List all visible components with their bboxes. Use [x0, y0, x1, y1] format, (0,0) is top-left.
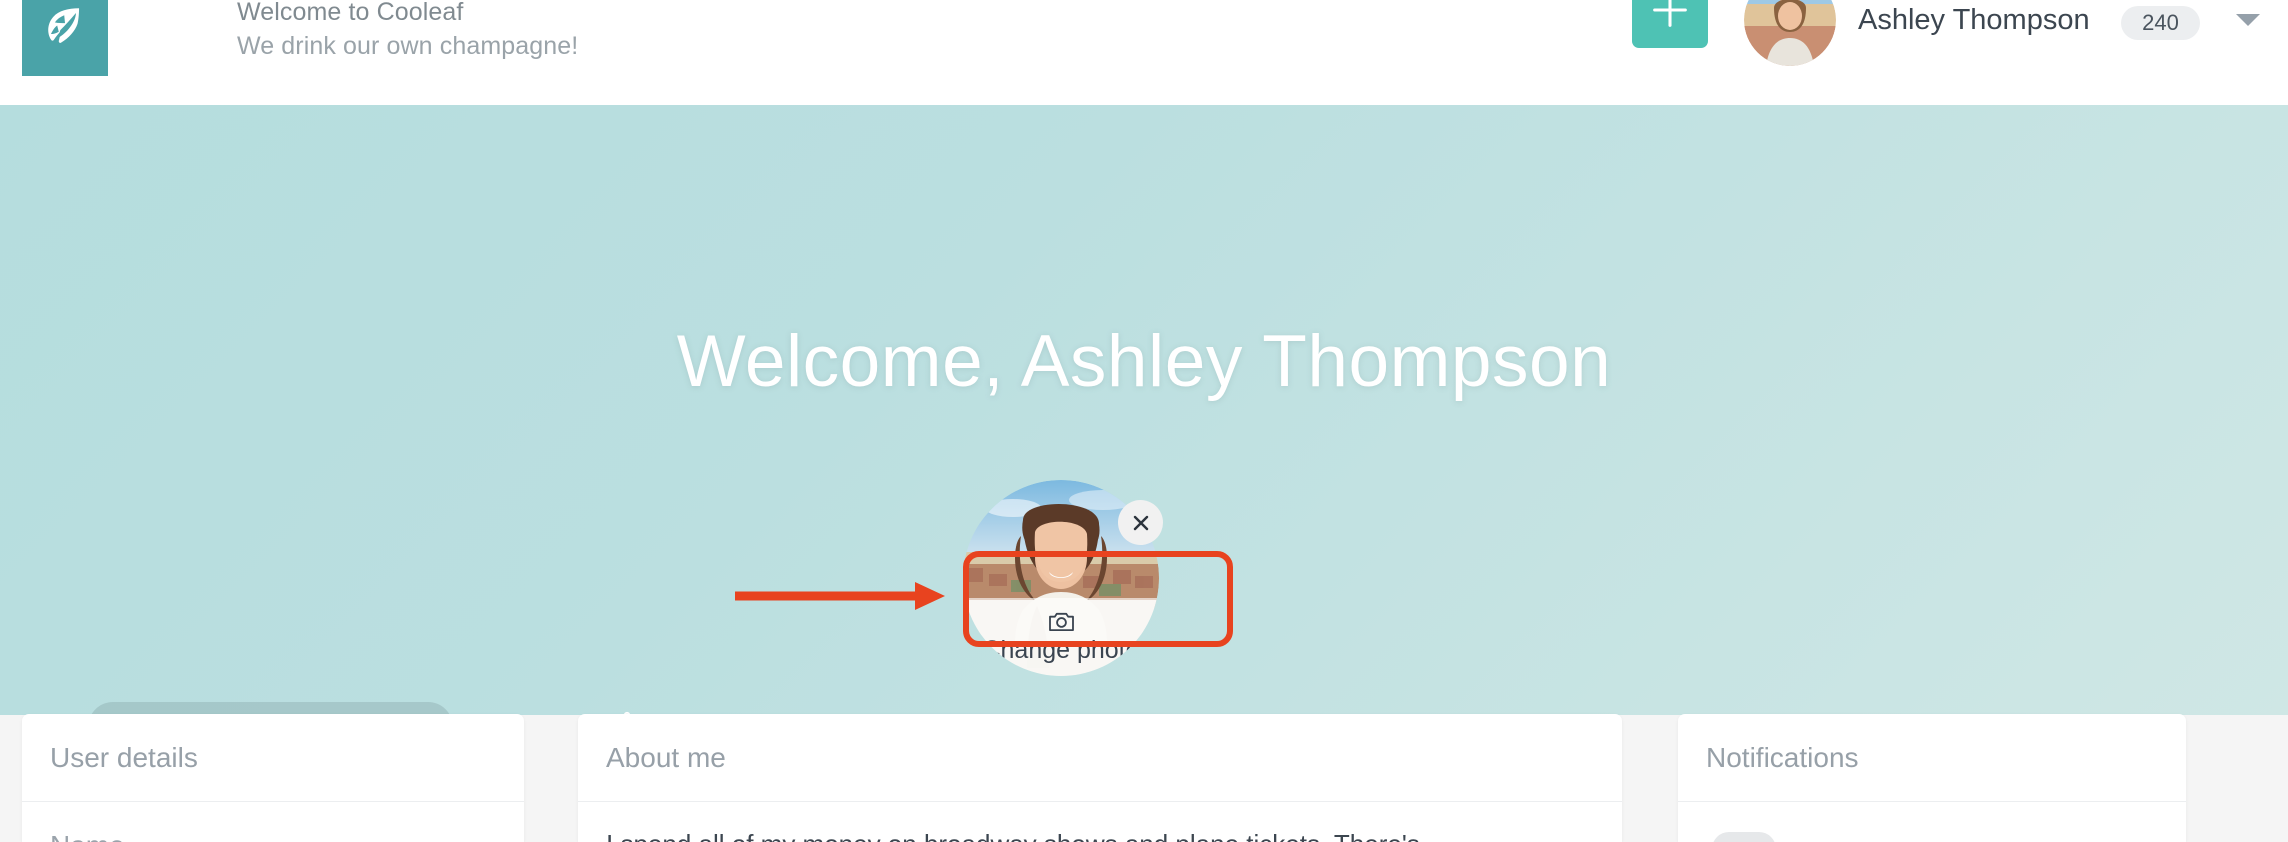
- header-username[interactable]: Ashley Thompson: [1858, 4, 2090, 37]
- user-avatar: [1744, 0, 1836, 66]
- points-badge[interactable]: 240: [2121, 6, 2200, 40]
- change-photo-label: Change photo: [982, 635, 1140, 664]
- brand-title: Welcome to Cooleaf: [237, 0, 464, 26]
- card-user-details-title: User details: [50, 742, 198, 773]
- leaf-icon: [48, 8, 80, 43]
- add-button[interactable]: [1632, 0, 1708, 48]
- close-photo-button[interactable]: [1118, 500, 1163, 545]
- divider: [1678, 801, 2186, 802]
- close-icon: [1133, 515, 1148, 530]
- page-title: Welcome, Ashley Thompson: [676, 321, 1612, 402]
- header-avatar[interactable]: [1744, 0, 1836, 66]
- plus-icon: [1653, 0, 1687, 27]
- profile-avatar-block: Change photo: [963, 480, 1163, 676]
- points-value: 240: [2142, 10, 2179, 35]
- chevron-down-icon[interactable]: [2236, 14, 2260, 26]
- change-photo-button[interactable]: Change photo: [963, 598, 1159, 676]
- card-about-me-title: About me: [606, 742, 726, 773]
- brand-greeting: Welcome to Cooleaf We drink our own cham…: [237, 0, 578, 64]
- brand-tagline: We drink our own champagne!: [237, 31, 579, 60]
- field-label-name: Name: [22, 802, 524, 842]
- camera-icon: [1048, 612, 1074, 631]
- card-notifications: Notifications: [1678, 714, 2186, 842]
- card-user-details: User details Name: [22, 714, 524, 842]
- about-me-text: I spend all of my money on broadway show…: [578, 802, 1622, 842]
- top-header-bar: Welcome to Cooleaf We drink our own cham…: [0, 0, 2288, 105]
- card-about-me: About me I spend all of my money on broa…: [578, 714, 1622, 842]
- app-logo[interactable]: [22, 0, 108, 76]
- notification-toggle[interactable]: [1712, 832, 1776, 842]
- profile-banner: Welcome, Ashley Thompson Change photo: [0, 105, 2288, 752]
- card-notifications-title: Notifications: [1706, 742, 1859, 773]
